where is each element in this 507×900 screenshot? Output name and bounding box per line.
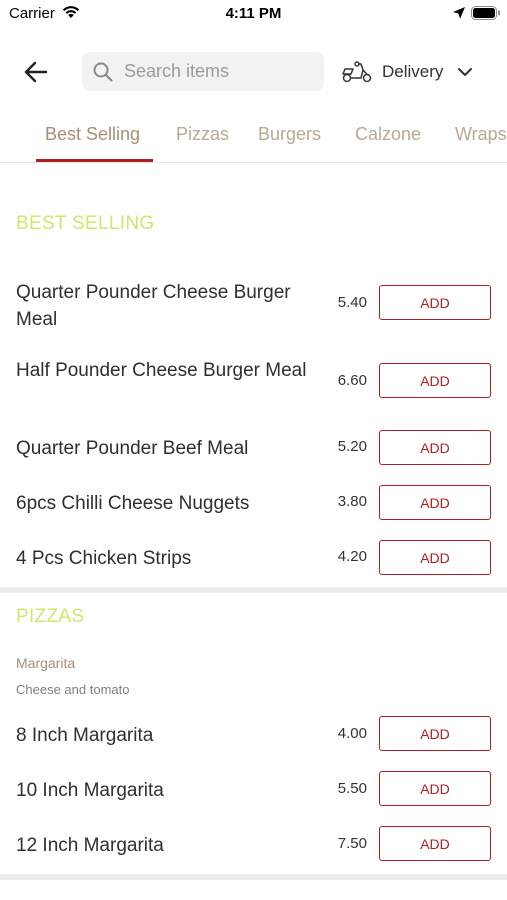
section-divider — [0, 587, 507, 593]
item-name: 10 Inch Margarita — [16, 780, 164, 801]
tab-best-selling[interactable]: Best Selling — [45, 124, 140, 145]
delivery-label: Delivery — [382, 62, 444, 81]
clock: 4:11 PM — [225, 5, 282, 22]
item-price: 3.80 — [337, 493, 367, 510]
tab-pizzas[interactable]: Pizzas — [176, 124, 229, 145]
add-button[interactable]: ADD — [379, 716, 491, 751]
add-button[interactable]: ADD — [379, 363, 491, 398]
tab-wraps[interactable]: Wraps — [455, 124, 507, 145]
chevron-down-icon — [458, 68, 473, 76]
add-button[interactable]: ADD — [379, 430, 491, 465]
status-bar: Carrier 4:11 PM — [0, 0, 507, 30]
item-price: 7.50 — [337, 835, 367, 852]
item-price: 5.20 — [337, 438, 367, 455]
back-button[interactable] — [22, 58, 52, 86]
add-button[interactable]: ADD — [379, 285, 491, 320]
tab-calzone[interactable]: Calzone — [355, 124, 421, 145]
delivery-selector[interactable]: Delivery — [341, 58, 473, 86]
group-name: Margarita — [16, 655, 76, 671]
search-icon — [93, 62, 113, 82]
item-price: 6.60 — [337, 372, 367, 389]
back-arrow-icon — [24, 61, 48, 83]
location-arrow-icon — [452, 6, 466, 25]
section-divider — [0, 874, 507, 880]
add-button[interactable]: ADD — [379, 485, 491, 520]
item-price: 4.00 — [337, 725, 367, 742]
add-button[interactable]: ADD — [379, 826, 491, 861]
item-name: Half Pounder Cheese Burger Meal — [16, 360, 307, 381]
item-price: 5.50 — [337, 780, 367, 797]
add-button[interactable]: ADD — [379, 540, 491, 575]
tab-burgers[interactable]: Burgers — [258, 124, 321, 145]
item-price: 4.20 — [337, 548, 367, 565]
item-name: 6pcs Chilli Cheese Nuggets — [16, 493, 250, 514]
section-title-best-selling: BEST SELLING — [16, 213, 155, 234]
item-name: 8 Inch Margarita — [16, 725, 154, 746]
active-tab-indicator — [36, 159, 153, 162]
category-tabs: Best Selling Pizzas Burgers Calzone Wrap… — [0, 114, 507, 163]
add-button[interactable]: ADD — [379, 771, 491, 806]
search-input[interactable] — [122, 60, 316, 83]
battery-icon — [471, 6, 501, 25]
scooter-icon — [342, 61, 372, 83]
section-title-pizzas: PIZZAS — [16, 606, 85, 627]
item-name: Quarter Pounder Cheese Burger Meal — [16, 282, 291, 330]
item-name: 4 Pcs Chicken Strips — [16, 548, 192, 569]
group-description: Cheese and tomato — [16, 682, 130, 697]
search-bar[interactable] — [82, 52, 324, 91]
item-name: Quarter Pounder Beef Meal — [16, 438, 249, 459]
item-price: 5.40 — [337, 294, 367, 311]
item-name: 12 Inch Margarita — [16, 835, 164, 856]
